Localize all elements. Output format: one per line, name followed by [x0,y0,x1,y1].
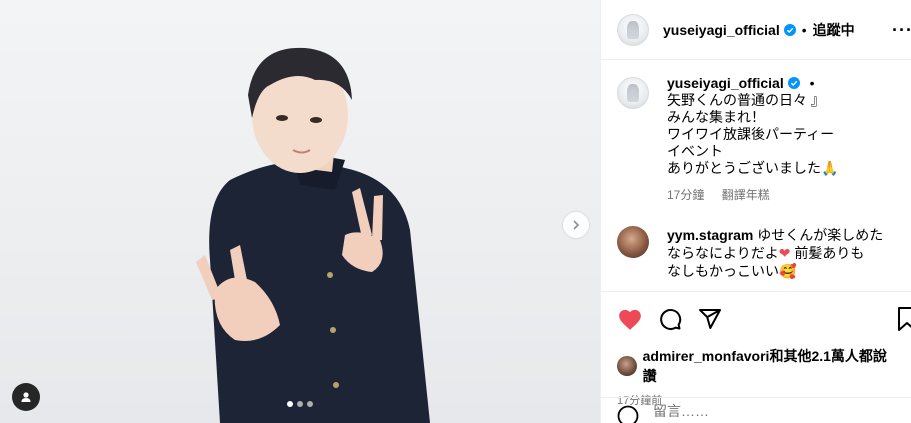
carousel-indicator [287,401,313,407]
caption-body: yuseiyagi_official • 矢野くんの普通の日々 』 みんな集まれ… [667,75,838,204]
post-viewer: yuseiyagi_official • 追蹤中 ··· yuseiyagi_o… [0,0,911,423]
comment-text: なしもかっこいい🥰 [667,263,797,279]
share-button[interactable] [697,306,723,332]
comment-item: yym.stagram ゆせくんが楽しめた ならなによりだよ❤ 前髪ありも なし… [617,226,896,280]
author-username[interactable]: yuseiyagi_official [663,22,780,38]
next-photo-button[interactable] [563,212,589,238]
person-icon [21,392,31,402]
comment-button[interactable] [657,306,683,332]
comment-icon [660,308,682,330]
translate-link[interactable]: 翻譯年糕 [722,188,770,202]
post-media[interactable] [0,0,600,423]
action-bar: admirer_monfavori和其他2.1萬人都說讚 17分鐘前 [601,291,911,408]
caption: yuseiyagi_official • 矢野くんの普通の日々 』 みんな集まれ… [617,75,896,204]
caption-line: イベント [667,143,723,159]
carousel-dot [307,401,313,407]
heart-filled-icon [619,309,641,330]
comment-text: 前髪ありも [794,245,865,261]
tagged-users-button[interactable] [12,383,40,411]
comments-list[interactable]: yuseiyagi_official • 矢野くんの普通の日々 』 みんな集まれ… [601,61,911,291]
verified-badge-icon [783,23,796,36]
action-icons [617,304,896,334]
caption-line: みんな集まれ！ [667,109,765,125]
verified-badge-icon [787,77,800,89]
caption-username[interactable]: yuseiyagi_official [667,75,784,91]
post-photo [196,47,430,423]
liker-avatar [617,356,637,376]
like-button[interactable] [617,306,643,332]
separator-dot: • [809,75,815,91]
following-button[interactable]: 追蹤中 [813,20,855,40]
add-comment-bar: 留言…… [601,397,911,423]
bookmark-icon[interactable] [896,306,911,332]
likes-summary[interactable]: admirer_monfavori和其他2.1萬人都說讚 [617,346,896,386]
comment-text: ゆせくんが楽しめた [757,227,884,243]
commenter-username[interactable]: yym.stagram [667,227,753,243]
caption-line: 矢野くんの普通の日々 』 [667,92,825,108]
post-sidebar: yuseiyagi_official • 追蹤中 ··· yuseiyagi_o… [600,0,911,423]
carousel-dot [297,401,303,407]
chevron-right-icon [573,220,580,230]
caption-line: ありがとうございました🙏 [667,160,839,176]
more-options-icon[interactable]: ··· [892,20,911,41]
caption-meta: 17分鐘 翻譯年糕 [667,187,838,204]
author-avatar[interactable] [617,13,649,46]
likes-text: admirer_monfavori和其他2.1萬人都說讚 [642,348,887,384]
caption-time[interactable]: 17分鐘 [667,188,704,202]
heart-emoji: ❤ [778,245,791,261]
comment-input[interactable]: 留言…… [653,401,709,421]
post-header: yuseiyagi_official • 追蹤中 ··· [601,0,911,60]
caption-line: ワイワイ放課後パーティー [667,126,835,142]
caption-avatar[interactable] [617,77,649,109]
comment-body: yym.stagram ゆせくんが楽しめた ならなによりだよ❤ 前髪ありも なし… [667,226,896,280]
carousel-dot-active [287,401,293,407]
separator-dot: • [801,21,807,38]
send-icon [699,309,721,329]
emoji-icon[interactable] [617,405,639,423]
comment-text: ならなによりだよ [667,245,779,261]
commenter-avatar[interactable] [617,226,649,258]
